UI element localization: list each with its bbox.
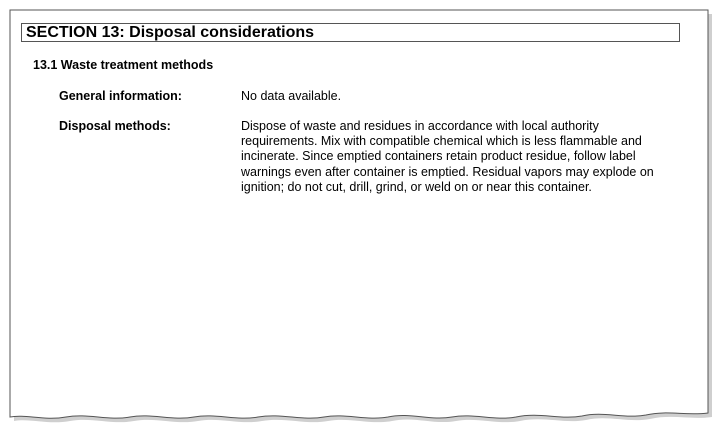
disposal-methods-line: warnings even after container is emptied… <box>241 164 654 179</box>
subsection-title: 13.1 Waste treatment methods <box>33 58 214 72</box>
section-header: SECTION 13: Disposal considerations <box>21 23 680 42</box>
disposal-methods-label: Disposal methods: <box>59 119 171 133</box>
general-information-value: No data available. <box>241 89 342 103</box>
disposal-methods-value: Dispose of waste and residues in accorda… <box>241 119 681 195</box>
sds-section-13: SECTION 13: Disposal considerations 13.1… <box>0 0 720 442</box>
disposal-methods-line: requirements. Mix with compatible chemic… <box>241 134 642 149</box>
disposal-methods-line: ignition; do not cut, drill, grind, or w… <box>241 179 592 194</box>
section-title: SECTION 13: Disposal considerations <box>26 24 315 41</box>
general-information-label: General information: <box>59 89 182 103</box>
disposal-methods-line: incinerate. Since emptied containers ret… <box>241 149 636 164</box>
disposal-methods-line: Dispose of waste and residues in accorda… <box>241 119 599 133</box>
